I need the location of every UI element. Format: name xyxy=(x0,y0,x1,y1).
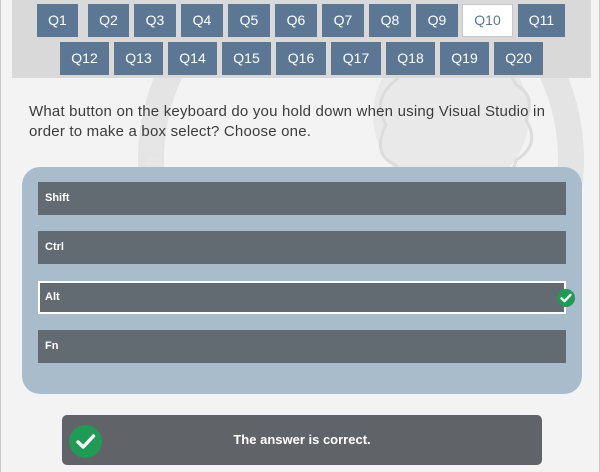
question-button-q19[interactable]: Q19 xyxy=(440,42,489,75)
question-button-q2[interactable]: Q2 xyxy=(88,4,129,37)
question-button-q6[interactable]: Q6 xyxy=(275,4,317,37)
question-button-q18[interactable]: Q18 xyxy=(386,42,435,75)
question-button-q13[interactable]: Q13 xyxy=(114,42,163,75)
question-button-q7[interactable]: Q7 xyxy=(322,4,364,37)
question-button-q4[interactable]: Q4 xyxy=(181,4,223,37)
answer-options-panel: Shift Ctrl Alt Fn xyxy=(22,167,582,394)
question-button-q3[interactable]: Q3 xyxy=(134,4,176,37)
check-circle-icon xyxy=(69,425,102,458)
answer-option-ctrl[interactable]: Ctrl xyxy=(38,231,566,264)
question-button-q15[interactable]: Q15 xyxy=(222,42,271,75)
question-button-q17[interactable]: Q17 xyxy=(331,42,381,75)
question-button-q1[interactable]: Q1 xyxy=(37,4,78,37)
answer-option-fn[interactable]: Fn xyxy=(38,330,566,363)
question-button-q9[interactable]: Q9 xyxy=(416,4,458,37)
question-button-q5[interactable]: Q5 xyxy=(228,4,270,37)
question-button-q20[interactable]: Q20 xyxy=(494,42,543,75)
result-message: The answer is correct. xyxy=(233,432,371,447)
answer-option-shift[interactable]: Shift xyxy=(38,182,566,215)
question-button-q12[interactable]: Q12 xyxy=(60,42,109,75)
check-circle-icon xyxy=(557,289,575,307)
question-nav-row-1: Q1 Q2 Q3 Q4 Q5 Q6 Q7 Q8 Q9 Q10 Q11 xyxy=(12,4,591,37)
question-text: What button on the keyboard do you hold … xyxy=(29,103,546,140)
question-button-q10[interactable]: Q10 xyxy=(462,4,513,37)
question-navigation: Q1 Q2 Q3 Q4 Q5 Q6 Q7 Q8 Q9 Q10 Q11 Q12 Q… xyxy=(12,0,591,78)
question-button-q14[interactable]: Q14 xyxy=(168,42,217,75)
question-button-q16[interactable]: Q16 xyxy=(276,42,326,75)
question-nav-row-2: Q12 Q13 Q14 Q15 Q16 Q17 Q18 Q19 Q20 xyxy=(12,42,591,75)
answer-option-alt[interactable]: Alt xyxy=(38,281,566,314)
question-button-q11[interactable]: Q11 xyxy=(518,4,565,37)
result-banner: The answer is correct. xyxy=(62,415,542,465)
question-button-q8[interactable]: Q8 xyxy=(369,4,411,37)
